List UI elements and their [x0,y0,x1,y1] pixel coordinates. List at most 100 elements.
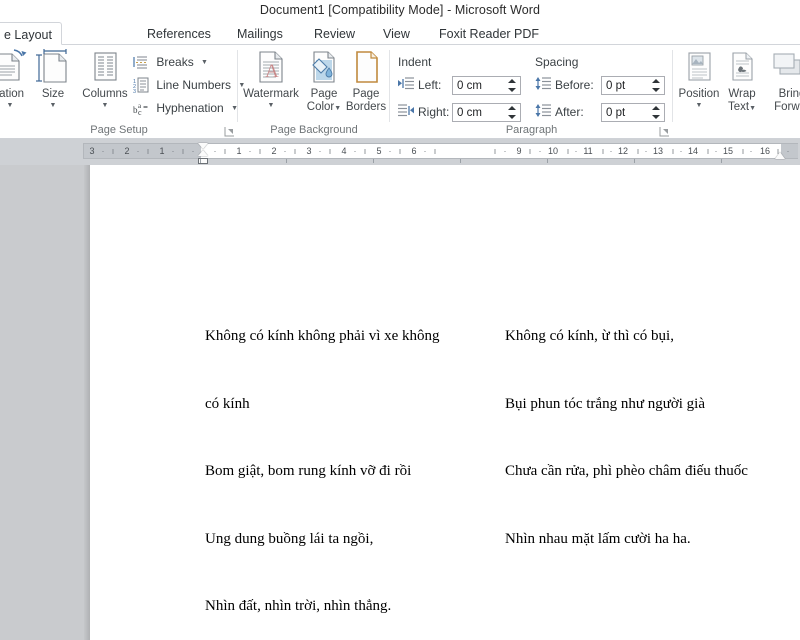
page-color-button[interactable]: Page Color▼ [302,48,346,115]
group-label-page-background: Page Background [270,124,358,136]
ruler-tick: 5 [376,146,382,156]
ruler-minor-tick: · [388,146,392,156]
spacing-before-icon [535,76,552,91]
ruler-minor-tick: ı [293,146,297,156]
ruler-tick: 1 [159,146,165,156]
tab-references[interactable]: References [138,22,220,45]
tab-label: Review [314,27,355,41]
ruler-minor-tick: · [171,146,175,156]
page-borders-label-line1: Page [352,88,380,100]
document-page[interactable]: Không có kính không phải vì xe không có … [90,165,800,640]
page-color-icon [302,48,346,86]
indent-left-icon [398,76,415,91]
poem-line: Nhìn nhau mặt lấm cười ha ha. [505,530,691,547]
hyphenation-label: Hyphenation [156,101,224,115]
right-indent-marker[interactable] [775,152,785,159]
ruler-minor-tick: ı [181,146,185,156]
ruler-minor-tick: · [213,146,217,156]
size-icon [27,48,79,86]
tab-label: References [147,27,211,41]
title-bar: Document1 [Compatibility Mode] - Microso… [0,0,800,22]
spacing-before-input[interactable]: 0 pt [601,76,665,95]
watermark-button[interactable]: A Watermark ▼ [240,48,302,109]
paragraph-dialog-launcher[interactable] [659,124,670,137]
first-line-indent-marker[interactable] [198,143,208,149]
ruler-track[interactable]: 3 2 1 1 2 3 4 5 6 9 10 11 12 13 14 15 16… [83,143,798,159]
ruler-minor-tick: ı [636,146,640,156]
indent-left-input[interactable]: 0 cm [452,76,521,95]
wrap-text-label-line1: Wrap [728,88,756,100]
tab-label: e Layout [4,28,52,42]
ruler-tick: 12 [617,146,628,156]
poem-line: Ung dung buồng lái ta ngồi, [205,530,374,547]
ruler-minor-tick: ı [258,146,262,156]
poem-line: Không có kính không phải vì xe không [205,328,440,344]
indent-heading: Indent [398,55,432,69]
svg-text:c: c [138,108,142,116]
document-canvas[interactable]: Không có kính không phải vì xe không có … [0,165,800,640]
ruler-tick: 2 [124,146,130,156]
chevron-down-icon: ▼ [201,59,208,66]
ruler-minor-tick: ı [528,146,532,156]
tab-view[interactable]: View [374,22,419,45]
indent-left-stepper[interactable] [508,78,517,93]
ruler-minor-tick: · [786,146,790,156]
page-borders-label-line2: Borders [345,100,387,113]
columns-label: Columns [82,88,128,100]
spacing-after-stepper[interactable] [652,105,661,120]
breaks-button[interactable]: Breaks ▼ [133,52,208,72]
ruler-minor-tick: · [749,146,753,156]
page-color-label-line1: Page [310,88,338,100]
page-borders-icon [343,48,389,86]
hyphenation-button[interactable]: b a c Hyphenation ▼ [133,98,238,118]
poem-line: có kính [205,395,250,412]
ribbon-group-paragraph: Indent Spacing Left: 0 cm Right: 0 cm Be… [390,45,673,138]
spacing-after-input[interactable]: 0 pt [601,103,665,122]
line-numbers-label: Line Numbers [156,78,232,92]
page-borders-button[interactable]: Page Borders [343,48,389,113]
indent-right-input[interactable]: 0 cm [452,103,521,122]
stanza: Không có kính, ừ thì có bụi, Bụi phun tó… [505,280,795,595]
ruler-tick: 14 [687,146,698,156]
right-column[interactable]: Không có kính, ừ thì có bụi, Bụi phun tó… [505,235,795,640]
bring-forward-button[interactable]: Bring Forwar [766,48,800,113]
indent-left-label: Left: [418,78,442,92]
spacing-before-value: 0 pt [606,80,626,92]
bring-forward-label-line1: Bring [778,88,800,100]
ruler-minor-tick: ı [111,146,115,156]
line-numbers-button[interactable]: 1 2 3 Line Numbers ▼ [133,75,245,95]
ruler-minor-tick: · [191,146,195,156]
ruler-minor-tick: · [136,146,140,156]
indent-right-icon [398,103,415,118]
hanging-indent-marker[interactable] [198,150,208,156]
indent-right-stepper[interactable] [508,105,517,120]
spacing-heading: Spacing [535,55,579,69]
bring-forward-label-line2: Forwar [774,100,800,113]
ruler-tick: 3 [89,146,95,156]
page-setup-dialog-launcher[interactable] [224,124,235,137]
tab-review[interactable]: Review [305,22,364,45]
page-color-label-line2: Color [306,100,335,113]
ruler-minor-tick: ı [433,146,437,156]
tab-page-layout[interactable]: e Layout [0,22,62,45]
left-column[interactable]: Không có kính không phải vì xe không có … [205,235,480,640]
ruler-tick: 16 [759,146,770,156]
size-button[interactable]: Size ▼ [27,48,79,109]
poem-line: Bom giật, bom rung kính vỡ đi rồi [205,463,412,479]
tab-foxit-reader-pdf[interactable]: Foxit Reader PDF [430,22,548,45]
horizontal-ruler[interactable]: 3 2 1 1 2 3 4 5 6 9 10 11 12 13 14 15 16… [0,139,800,165]
poem-line: Bụi phun tóc trắng như người già [505,395,706,412]
ruler-minor-tick: ı [566,146,570,156]
wrap-text-button[interactable]: Wrap Text▼ [718,48,766,115]
columns-button[interactable]: Columns ▼ [78,48,132,109]
tab-mailings[interactable]: Mailings [228,22,292,45]
line-numbers-icon: 1 2 3 [133,77,149,95]
ribbon: tation ▼ S [0,45,800,139]
ruler-minor-tick: · [353,146,357,156]
ruler-minor-tick: · [679,146,683,156]
indent-right-value: 0 cm [457,107,482,119]
ruler-minor-tick: · [318,146,322,156]
word-window: Document1 [Compatibility Mode] - Microso… [0,0,800,640]
spacing-before-stepper[interactable] [652,78,661,93]
ribbon-group-arrange: Position ▼ Wrap Text▼ Brin Forw [673,45,800,138]
